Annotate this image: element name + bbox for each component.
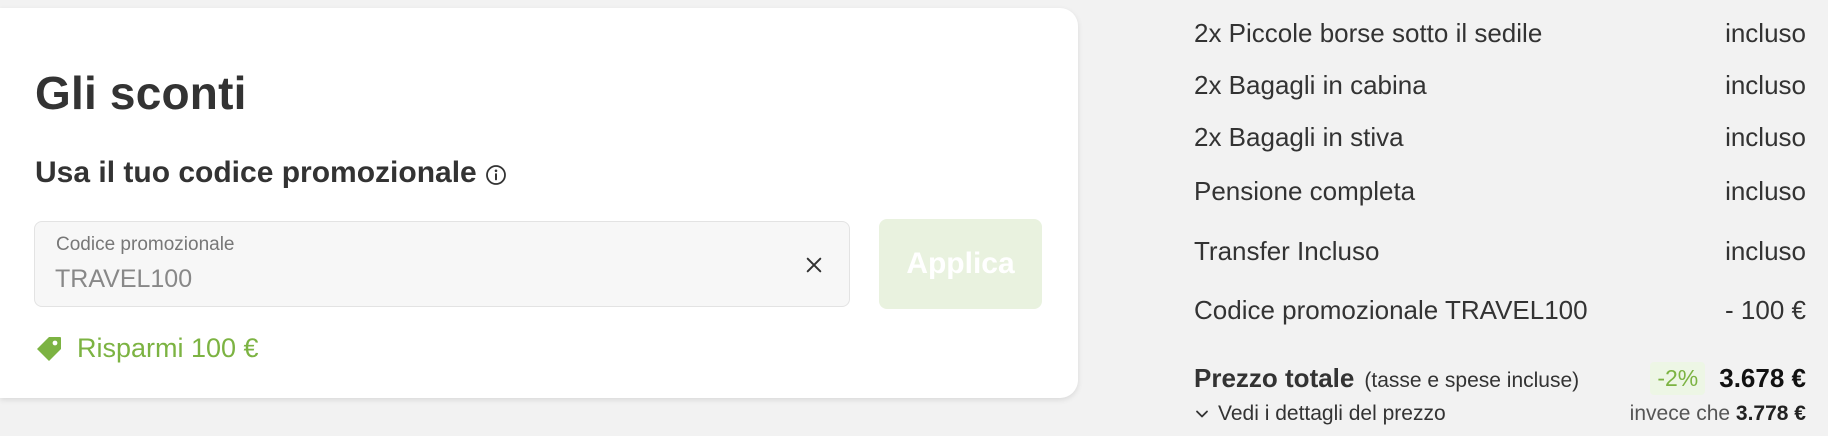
summary-item-label: Transfer Incluso <box>1194 236 1380 266</box>
summary-item-value: incluso <box>1725 122 1806 152</box>
promo-code-input[interactable] <box>55 262 755 296</box>
price-details-label: Vedi i dettagli del prezzo <box>1218 402 1446 425</box>
summary-row-promo: Codice promozionale TRAVEL100 - 100 € <box>1194 295 1806 326</box>
total-row: Prezzo totale (tasse e spese incluse) -2… <box>1194 362 1806 395</box>
summary-item-value: - 100 € <box>1725 295 1806 325</box>
discount-badge: -2% <box>1650 362 1706 395</box>
info-icon[interactable] <box>485 164 507 186</box>
summary-item-label: 2x Bagagli in stiva <box>1194 122 1404 152</box>
total-note: (tasse e spese incluse) <box>1364 369 1580 392</box>
summary-item-label: 2x Bagagli in cabina <box>1194 70 1427 100</box>
summary-item-label: Pensione completa <box>1194 176 1416 206</box>
promo-code-field[interactable]: Codice promozionale <box>34 221 850 307</box>
apply-button[interactable]: Applica <box>879 219 1042 309</box>
promo-heading-text: Usa il tuo codice promozionale <box>35 156 477 189</box>
total-price: 3.678 € <box>1719 363 1806 393</box>
summary-row: 2x Bagagli in cabina incluso <box>1194 70 1806 101</box>
summary-item-value: incluso <box>1725 18 1806 48</box>
summary-item-value: incluso <box>1725 70 1806 100</box>
instead-prefix: invece che <box>1629 402 1731 425</box>
original-price-note: invece che 3.778 € <box>1630 402 1806 426</box>
chevron-down-icon <box>1194 406 1210 422</box>
savings-text: Risparmi 100 € <box>77 333 259 363</box>
promo-heading: Usa il tuo codice promozionale <box>35 156 507 190</box>
tag-icon <box>35 335 63 363</box>
details-row: Vedi i dettagli del prezzo invece che 3.… <box>1194 402 1806 426</box>
summary-row: 2x Bagagli in stiva incluso <box>1194 122 1806 153</box>
summary-row: Pensione completa incluso <box>1194 176 1806 207</box>
discounts-title: Gli sconti <box>35 67 247 119</box>
summary-row: 2x Piccole borse sotto il sedile incluso <box>1194 18 1806 49</box>
price-details-toggle[interactable]: Vedi i dettagli del prezzo <box>1194 402 1446 426</box>
discounts-card: Gli sconti Usa il tuo codice promozional… <box>0 8 1078 398</box>
summary-item-label: Codice promozionale TRAVEL100 <box>1194 295 1588 325</box>
promo-code-label: Codice promozionale <box>56 234 235 255</box>
original-price: 3.778 € <box>1735 402 1806 425</box>
summary-item-label: 2x Piccole borse sotto il sedile <box>1194 18 1543 48</box>
clear-icon[interactable] <box>801 252 827 278</box>
summary-item-value: incluso <box>1725 236 1806 266</box>
summary-item-value: incluso <box>1725 176 1806 206</box>
total-label: Prezzo totale <box>1194 363 1355 393</box>
price-summary: 2x Piccole borse sotto il sedile incluso… <box>1194 0 1806 436</box>
summary-row: Transfer Incluso incluso <box>1194 236 1806 267</box>
savings-note: Risparmi 100 € <box>35 333 259 364</box>
